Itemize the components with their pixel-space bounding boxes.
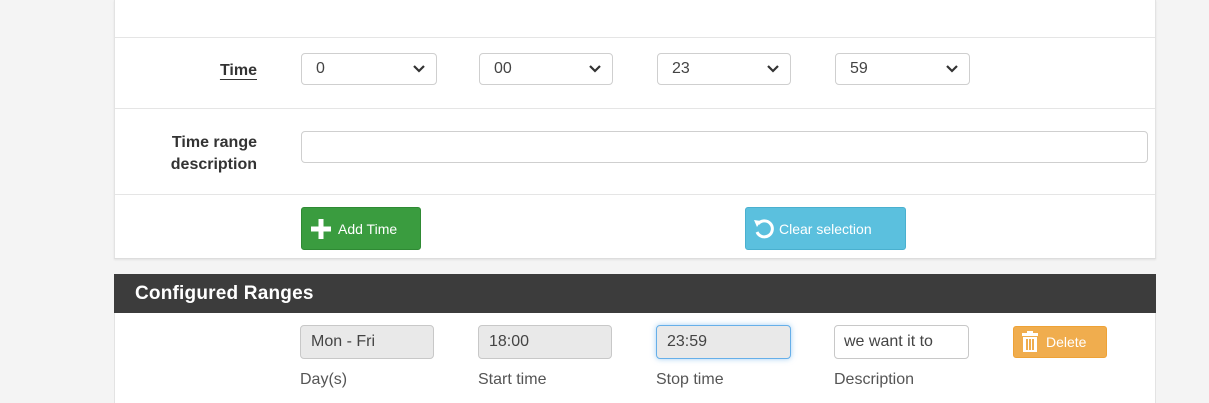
description-help: Description bbox=[834, 371, 915, 388]
start-hour-value: 0 bbox=[316, 60, 325, 77]
days-help: Day(s) bbox=[300, 371, 348, 388]
trash-icon bbox=[1022, 331, 1038, 352]
days-field[interactable]: Mon - Fri bbox=[300, 325, 434, 359]
stop-hour-value: 23 bbox=[672, 60, 690, 77]
stop-minute-select[interactable]: 59 bbox=[835, 53, 970, 85]
start-hour-select[interactable]: 0 bbox=[301, 53, 437, 85]
time-range-panel: Time 0 00 23 59 Time range description Ad… bbox=[114, 0, 1156, 259]
configured-ranges-body bbox=[114, 313, 1156, 403]
chevron-down-icon bbox=[767, 65, 779, 73]
stop-time-field[interactable]: 23:59 bbox=[656, 325, 791, 359]
delete-button[interactable]: Delete bbox=[1013, 326, 1107, 358]
add-time-button[interactable]: Add Time bbox=[301, 207, 421, 250]
stop-hour-select[interactable]: 23 bbox=[657, 53, 791, 85]
start-minute-value: 00 bbox=[494, 60, 512, 77]
configured-ranges-header: Configured Ranges bbox=[114, 274, 1156, 313]
add-time-label: Add Time bbox=[338, 220, 398, 237]
chevron-down-icon bbox=[589, 65, 601, 73]
row-divider bbox=[115, 37, 1155, 38]
clear-selection-button[interactable]: Clear selection bbox=[745, 207, 906, 250]
chevron-down-icon bbox=[946, 65, 958, 73]
row-divider bbox=[115, 194, 1155, 195]
clear-selection-label: Clear selection bbox=[779, 220, 872, 237]
time-range-description-label: Time range description bbox=[170, 134, 257, 173]
time-label: Time bbox=[219, 62, 257, 79]
time-range-description-input[interactable] bbox=[301, 131, 1148, 163]
configured-ranges-title: Configured Ranges bbox=[135, 283, 314, 304]
delete-label: Delete bbox=[1046, 334, 1087, 350]
row-divider bbox=[115, 108, 1155, 109]
chevron-down-icon bbox=[413, 65, 425, 73]
stop-minute-value: 59 bbox=[850, 60, 868, 77]
stop-time-help: Stop time bbox=[656, 371, 724, 388]
start-time-help: Start time bbox=[478, 371, 547, 388]
description-field[interactable]: we want it to bbox=[834, 325, 969, 359]
undo-icon bbox=[754, 218, 774, 238]
plus-icon bbox=[311, 218, 331, 239]
start-minute-select[interactable]: 00 bbox=[479, 53, 613, 85]
start-time-field[interactable]: 18:00 bbox=[478, 325, 612, 359]
